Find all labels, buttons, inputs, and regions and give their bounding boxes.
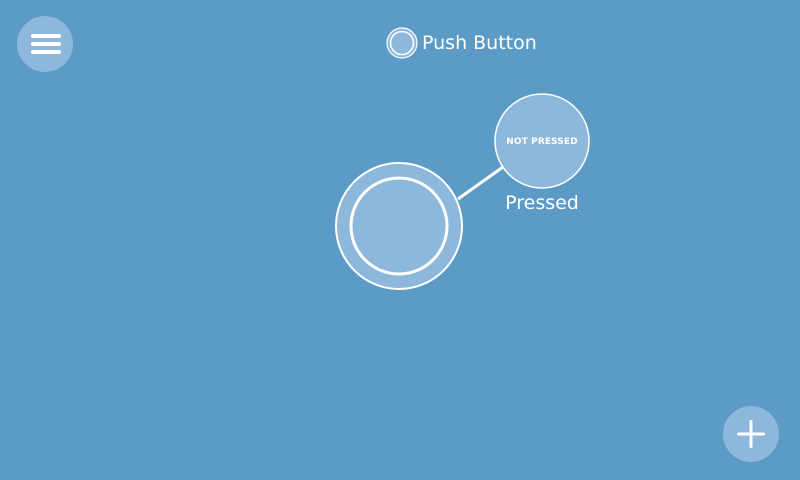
plus-icon [737, 420, 765, 448]
state-indicator-label: NOT PRESSED [506, 137, 578, 147]
pressed-label: Pressed [505, 192, 579, 214]
add-button[interactable] [723, 406, 779, 462]
push-button[interactable] [335, 162, 463, 290]
push-button-inner-circle[interactable] [349, 176, 449, 276]
widget-canvas [335, 93, 590, 290]
